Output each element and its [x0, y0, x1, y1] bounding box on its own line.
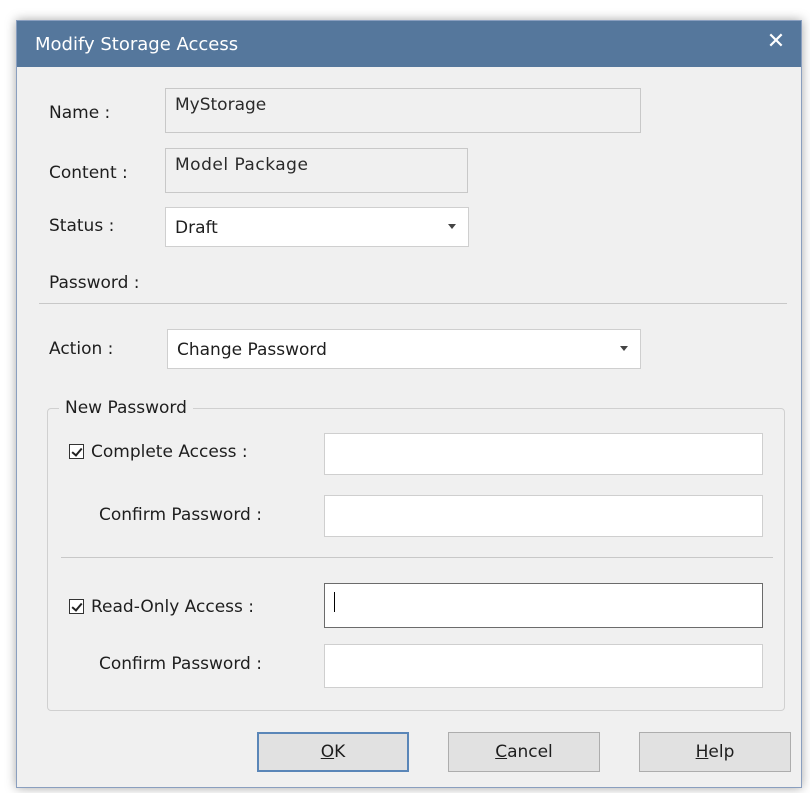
- action-dropdown[interactable]: Change Password: [167, 329, 641, 369]
- content-field: Model Package: [165, 148, 468, 193]
- dialog-title: Modify Storage Access: [35, 34, 239, 55]
- help-label-rest: elp: [708, 742, 735, 762]
- text-caret: [334, 592, 335, 612]
- name-field: MyStorage: [165, 88, 641, 133]
- readonly-access-label[interactable]: Read-Only Access :: [91, 597, 254, 617]
- ok-mnemonic: O: [320, 742, 335, 762]
- action-label: Action :: [49, 339, 114, 359]
- group-separator: [61, 557, 773, 558]
- password-separator: [39, 303, 787, 304]
- new-password-group-title: New Password: [59, 398, 193, 418]
- complete-confirm-password-input[interactable]: [324, 495, 763, 537]
- readonly-access-checkbox[interactable]: [69, 599, 84, 614]
- checkbox-checked-icon: [71, 445, 83, 457]
- readonly-confirm-password-input[interactable]: [324, 644, 763, 688]
- cancel-button[interactable]: Cancel: [448, 732, 600, 772]
- dropdown-arrow-icon: [620, 346, 628, 351]
- name-value: MyStorage: [175, 95, 267, 115]
- cancel-label-rest: ancel: [507, 742, 553, 762]
- help-mnemonic: H: [695, 742, 709, 762]
- content-value: Model Package: [175, 155, 309, 175]
- title-bar[interactable]: Modify Storage Access ✕: [17, 21, 801, 67]
- readonly-access-password-input[interactable]: [324, 583, 763, 628]
- password-label: Password :: [49, 273, 140, 293]
- modify-storage-access-dialog: Modify Storage Access ✕ Name : MyStorage…: [16, 20, 802, 788]
- dropdown-arrow-icon: [448, 224, 456, 229]
- content-label: Content :: [49, 163, 128, 183]
- checkbox-checked-icon: [71, 600, 83, 612]
- status-label: Status :: [49, 216, 115, 236]
- complete-access-checkbox[interactable]: [69, 444, 84, 459]
- status-value: Draft: [175, 218, 218, 238]
- ok-label-rest: K: [334, 742, 346, 762]
- complete-access-label[interactable]: Complete Access :: [91, 442, 248, 462]
- name-label: Name :: [49, 103, 111, 123]
- status-dropdown[interactable]: Draft: [165, 207, 469, 247]
- ok-button[interactable]: OK: [257, 732, 409, 772]
- action-value: Change Password: [177, 340, 327, 360]
- close-icon[interactable]: ✕: [761, 27, 791, 57]
- complete-confirm-label: Confirm Password :: [99, 505, 262, 525]
- readonly-confirm-label: Confirm Password :: [99, 654, 262, 674]
- help-button[interactable]: Help: [639, 732, 791, 772]
- cancel-mnemonic: C: [495, 742, 508, 762]
- complete-access-password-input[interactable]: [324, 433, 763, 475]
